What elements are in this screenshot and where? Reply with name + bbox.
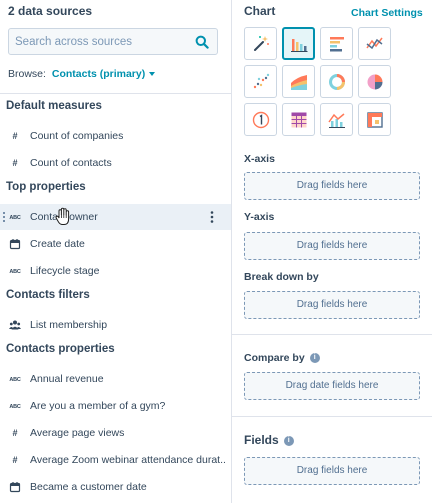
people-icon: [9, 320, 21, 330]
fields-drop-zone[interactable]: Drag fields here: [244, 457, 420, 485]
number-icon: #: [12, 131, 18, 141]
y-axis-label: Y-axis: [244, 211, 275, 223]
caret-down-icon: [149, 72, 156, 77]
field-label: Average page views: [30, 427, 125, 439]
browse-value: Contacts (primary): [51, 68, 146, 80]
chart-type-pivot[interactable]: [358, 103, 391, 136]
kpi-icon: [252, 111, 269, 128]
donut-chart-icon: [328, 73, 345, 90]
search-input[interactable]: [15, 29, 185, 54]
chart-type-pie[interactable]: [358, 65, 391, 98]
chart-config-panel: Chart Chart Settings X-axis Drag fields …: [232, 0, 432, 503]
area-chart-icon: [290, 74, 307, 90]
x-axis-drop-zone[interactable]: Drag fields here: [244, 172, 420, 200]
browse-dropdown[interactable]: Contacts (primary): [51, 68, 156, 80]
table-chart-icon: [291, 112, 306, 127]
line-chart-icon: [365, 37, 383, 49]
section-heading-contacts-properties: Contacts properties: [6, 343, 115, 355]
text-property-icon: ABC: [9, 377, 21, 383]
field-create-date[interactable]: Create date: [0, 231, 231, 257]
text-property-icon: ABC: [9, 404, 21, 410]
field-label: Are you a member of a gym?: [30, 400, 166, 412]
field-lifecycle-stage[interactable]: ABC Lifecycle stage: [0, 258, 231, 284]
number-icon: #: [12, 455, 18, 465]
field-gym-member[interactable]: ABC Are you a member of a gym?: [0, 393, 231, 419]
scatter-chart-icon: [253, 73, 269, 88]
number-icon: #: [12, 428, 18, 438]
chart-type-line[interactable]: [358, 27, 391, 60]
field-label: Count of contacts: [30, 157, 112, 169]
section-heading-contacts-filters: Contacts filters: [6, 289, 90, 301]
data-sources-panel: 2 data sources Browse: Contacts (primary…: [0, 0, 232, 503]
field-annual-revenue[interactable]: ABC Annual revenue: [0, 366, 231, 392]
field-label: Became a customer date: [30, 481, 147, 493]
chart-type-donut[interactable]: [320, 65, 353, 98]
text-property-icon: ABC: [9, 215, 21, 221]
section-heading-default-measures: Default measures: [6, 100, 102, 112]
field-list-membership[interactable]: List membership: [0, 312, 231, 338]
field-became-customer-date[interactable]: Became a customer date: [0, 474, 231, 500]
fields-label: Fields i: [244, 433, 294, 447]
more-options-icon[interactable]: [206, 209, 218, 225]
compare-by-text: Compare by: [244, 352, 305, 364]
chart-type-area[interactable]: [282, 65, 315, 98]
horizontal-bar-chart-icon: [329, 36, 344, 51]
divider: [232, 334, 432, 335]
magic-wand-icon: [253, 35, 269, 51]
info-icon[interactable]: i: [309, 353, 320, 364]
drag-handle-icon[interactable]: [2, 211, 6, 223]
field-count-of-contacts[interactable]: # Count of contacts: [0, 150, 231, 176]
break-down-label: Break down by: [244, 271, 319, 283]
chart-type-scatter[interactable]: [244, 65, 277, 98]
chart-type-magic-wand[interactable]: [244, 27, 277, 60]
divider: [0, 93, 231, 94]
search-box[interactable]: [8, 28, 218, 55]
grab-cursor-icon: [55, 207, 70, 225]
combo-chart-icon: [327, 112, 345, 128]
field-count-of-companies[interactable]: # Count of companies: [0, 123, 231, 149]
section-heading-top-properties: Top properties: [6, 181, 86, 193]
search-icon[interactable]: [195, 35, 209, 49]
field-label: Create date: [30, 238, 85, 250]
calendar-icon: [9, 482, 21, 493]
bar-chart-icon: [290, 38, 307, 52]
chart-title: Chart: [244, 4, 276, 18]
pie-chart-icon: [367, 74, 382, 89]
field-average-zoom-webinar[interactable]: # Average Zoom webinar attendance durat.…: [0, 447, 231, 473]
chart-settings-link[interactable]: Chart Settings: [351, 7, 423, 19]
break-down-drop-zone[interactable]: Drag fields here: [244, 291, 420, 319]
fields-text: Fields: [244, 433, 279, 447]
field-label: Count of companies: [30, 130, 124, 142]
field-label: Lifecycle stage: [30, 265, 100, 277]
data-sources-title: 2 data sources: [8, 4, 93, 18]
field-contact-owner[interactable]: ABC Contact owner: [0, 204, 231, 230]
browse-control: Browse: Contacts (primary): [8, 68, 156, 80]
chart-type-table[interactable]: [282, 103, 315, 136]
chart-type-kpi[interactable]: [244, 103, 277, 136]
field-average-page-views[interactable]: # Average page views: [0, 420, 231, 446]
browse-label: Browse:: [8, 68, 46, 80]
compare-by-drop-zone[interactable]: Drag date fields here: [244, 372, 420, 400]
calendar-icon: [9, 239, 21, 250]
info-icon[interactable]: i: [283, 435, 294, 446]
chart-type-combo[interactable]: [320, 103, 353, 136]
divider: [232, 416, 432, 417]
compare-by-label: Compare by i: [244, 352, 320, 364]
x-axis-label: X-axis: [244, 153, 275, 165]
chart-type-horizontal-bar[interactable]: [320, 27, 353, 60]
chart-type-bar[interactable]: [282, 27, 315, 60]
pivot-table-icon: [366, 111, 383, 128]
field-label: List membership: [30, 319, 108, 331]
y-axis-drop-zone[interactable]: Drag fields here: [244, 232, 420, 260]
field-label: Annual revenue: [30, 373, 104, 385]
text-property-icon: ABC: [9, 269, 21, 275]
number-icon: #: [12, 158, 18, 168]
field-label: Average Zoom webinar attendance durat...: [30, 454, 225, 466]
